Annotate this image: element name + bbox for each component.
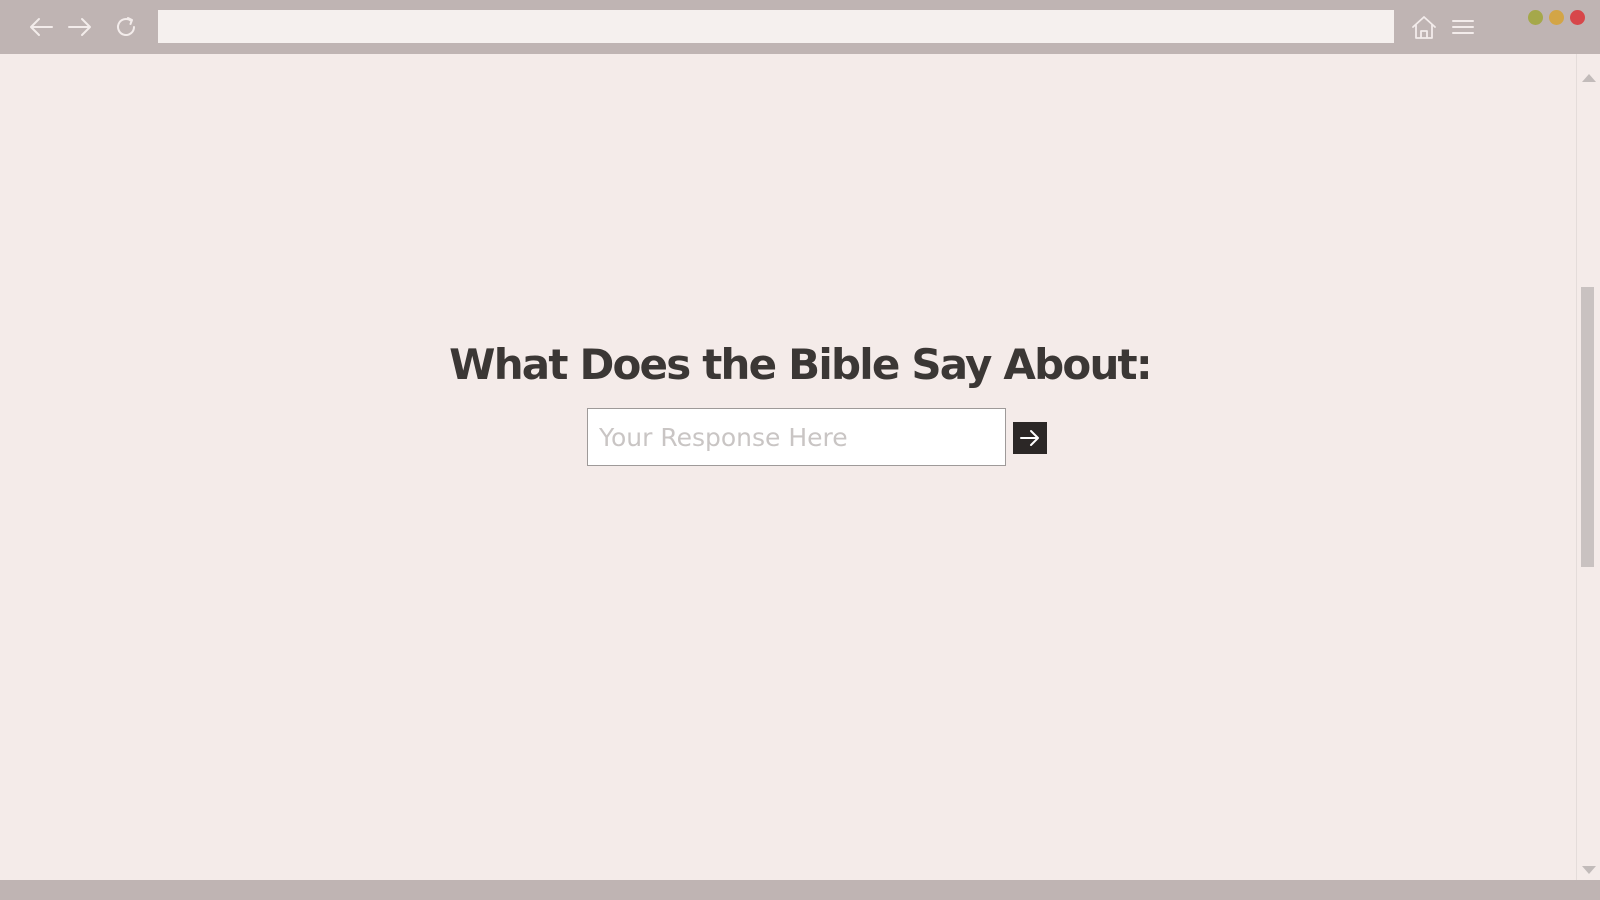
window-bottom-bar [0, 880, 1600, 900]
scroll-down-arrow-icon[interactable] [1582, 866, 1596, 874]
scroll-up-arrow-icon[interactable] [1582, 74, 1596, 82]
reload-button[interactable] [109, 10, 143, 44]
arrow-left-icon [30, 18, 53, 36]
scrollbar-thumb[interactable] [1581, 287, 1594, 567]
menu-button[interactable] [1446, 10, 1480, 44]
vertical-scrollbar[interactable] [1576, 54, 1600, 880]
home-icon [1412, 16, 1436, 39]
page-content [0, 54, 1576, 880]
back-button[interactable] [24, 10, 58, 44]
hamburger-menu-icon [1452, 20, 1474, 34]
arrow-right-icon [1020, 430, 1039, 446]
address-bar[interactable] [158, 10, 1394, 43]
close-button[interactable] [1570, 10, 1585, 25]
submit-button[interactable] [1013, 422, 1047, 454]
browser-window: What Does the Bible Say About: [0, 0, 1600, 900]
home-button[interactable] [1407, 10, 1441, 44]
minimize-button[interactable] [1528, 10, 1543, 25]
arrow-right-icon [68, 18, 91, 36]
browser-toolbar [0, 0, 1600, 54]
maximize-button[interactable] [1549, 10, 1564, 25]
page-title: What Does the Bible Say About: [449, 340, 1152, 389]
reload-icon [117, 17, 135, 36]
response-input[interactable] [587, 408, 1006, 466]
forward-button[interactable] [63, 10, 97, 44]
